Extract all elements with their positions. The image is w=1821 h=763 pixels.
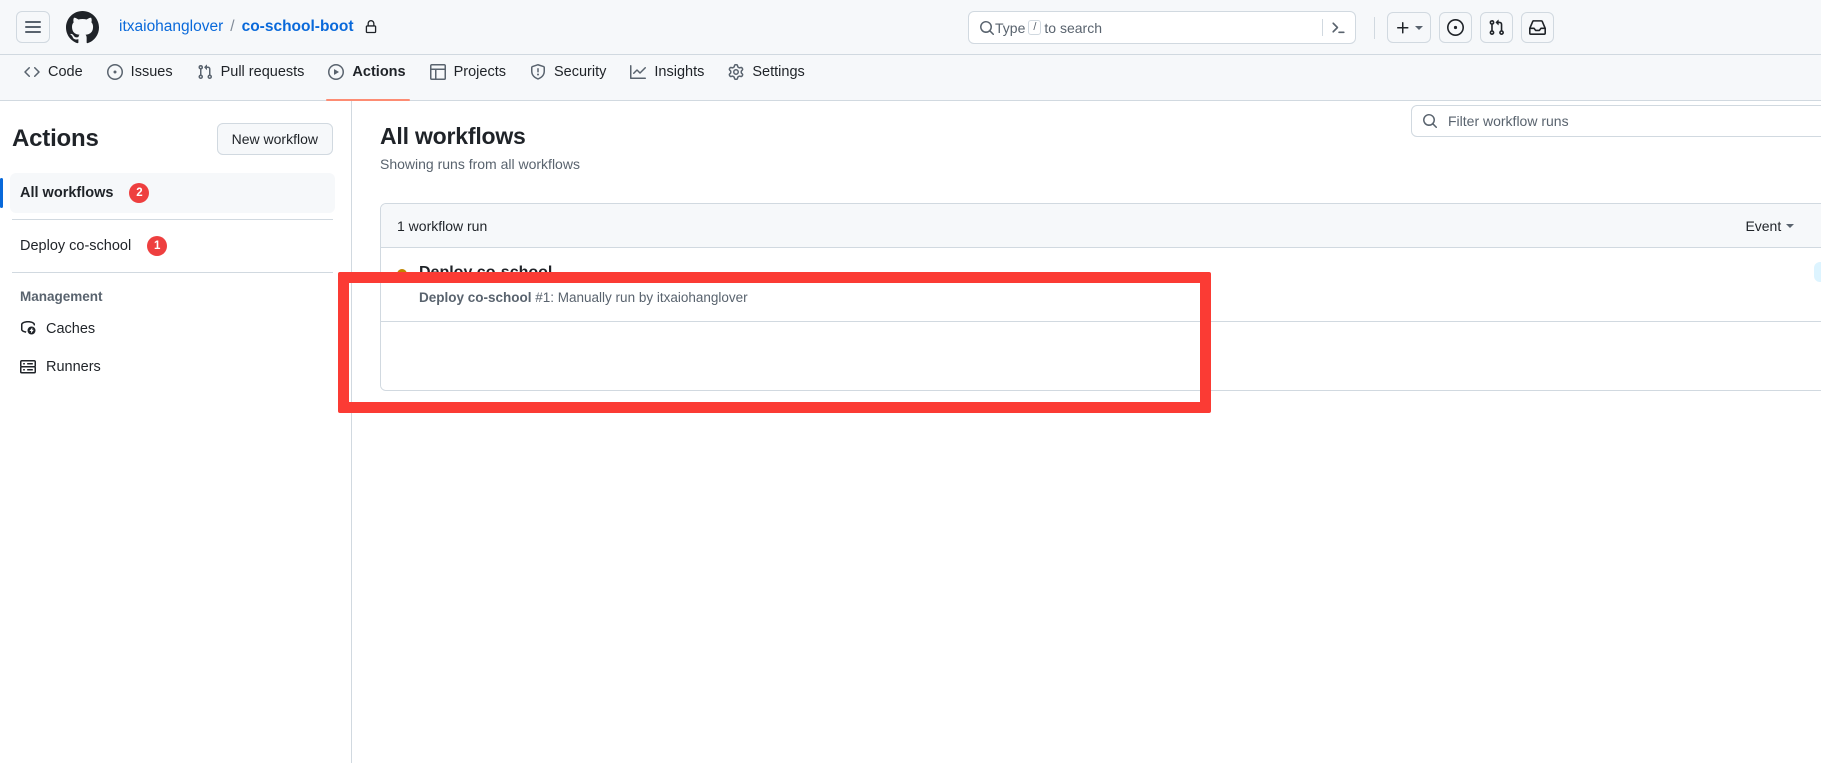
sidebar-title: Actions xyxy=(12,125,99,152)
tab-issues[interactable]: Issues xyxy=(99,55,183,100)
tab-insights[interactable]: Insights xyxy=(622,55,714,100)
hamburger-bar xyxy=(25,30,41,33)
graph-icon xyxy=(630,64,647,79)
new-workflow-button[interactable]: New workflow xyxy=(216,123,333,155)
filter-event-dropdown[interactable]: Event xyxy=(1745,217,1795,234)
sidebar-item-runners[interactable]: Runners xyxy=(10,348,335,386)
run-workflow-name: Deploy co-school xyxy=(419,289,532,305)
tab-pull-requests[interactable]: Pull requests xyxy=(189,55,315,100)
issues-button[interactable] xyxy=(1439,12,1472,43)
sidebar-item-label: Deploy co-school xyxy=(20,238,132,254)
sidebar-item-all-workflows[interactable]: All workflows 2 xyxy=(0,173,335,213)
create-new-button[interactable] xyxy=(1387,12,1431,43)
actions-sidebar: Actions New workflow All workflows 2 Dep… xyxy=(0,101,352,763)
cache-icon xyxy=(21,321,36,335)
server-icon xyxy=(20,360,36,374)
shield-icon xyxy=(530,63,545,80)
repo-navigation: Code Issues Pull requests Actions Projec… xyxy=(0,55,1821,101)
card-footer-space xyxy=(381,322,1821,390)
run-filters: Event Status Branch Actor xyxy=(1745,218,1821,234)
search-slash-key: / xyxy=(1028,20,1042,35)
sidebar-item-label: All workflows xyxy=(20,185,114,201)
tab-actions[interactable]: Actions xyxy=(320,55,415,101)
search-icon xyxy=(979,20,995,36)
table-icon xyxy=(429,63,446,80)
sidebar-item-deploy-co-school[interactable]: Deploy co-school 1 xyxy=(10,226,335,266)
search-placeholder-suffix: to search xyxy=(1044,19,1103,36)
workflow-list: All workflows 2 Deploy co-school 1 xyxy=(0,173,335,273)
tab-label: Code xyxy=(48,63,83,80)
search-placeholder: Type / to search xyxy=(995,20,1102,36)
branch-badge[interactable]: main xyxy=(1814,262,1821,283)
divider xyxy=(1374,16,1375,39)
tab-label: Security xyxy=(553,63,607,80)
hamburger-bar xyxy=(25,21,41,24)
issue-opened-icon xyxy=(106,63,123,80)
tab-projects[interactable]: Projects xyxy=(422,55,516,100)
run-detail: #1: Manually run by itxaiohanglover xyxy=(531,289,748,305)
tab-settings[interactable]: Settings xyxy=(720,55,814,100)
tab-label: Settings xyxy=(752,63,805,80)
search-placeholder-prefix: Type xyxy=(995,19,1026,36)
divider xyxy=(12,219,333,220)
hamburger-menu-icon[interactable] xyxy=(16,11,50,43)
hamburger-bar xyxy=(25,26,41,28)
badge-count: 2 xyxy=(129,183,150,203)
tab-label: Pull requests xyxy=(220,63,305,80)
chevron-down-icon xyxy=(1415,25,1423,30)
page-subtitle: Showing runs from all workflows xyxy=(380,156,580,172)
workflow-runs-count: 1 workflow run xyxy=(397,217,488,234)
gear-icon xyxy=(728,63,744,80)
sidebar-item-caches[interactable]: Caches xyxy=(10,310,335,348)
tab-code[interactable]: Code xyxy=(16,55,93,100)
badge-count: 1 xyxy=(147,236,168,256)
breadcrumb: itxaiohanglover / co-school-boot xyxy=(119,18,378,36)
chevron-down-icon xyxy=(1786,223,1795,228)
tab-label: Actions xyxy=(352,63,406,80)
breadcrumb-repo[interactable]: co-school-boot xyxy=(242,18,354,36)
run-subtitle: Deploy co-school #1: Manually run by itx… xyxy=(419,290,748,305)
tab-label: Issues xyxy=(130,63,173,80)
header-actions xyxy=(1374,0,1554,55)
sidebar-header: Actions New workflow xyxy=(10,123,335,155)
github-logo-icon[interactable] xyxy=(66,10,99,44)
plus-icon xyxy=(1397,21,1409,33)
pull-requests-button[interactable] xyxy=(1480,12,1513,43)
play-icon xyxy=(328,63,345,80)
app-header: itxaiohanglover / co-school-boot Type / … xyxy=(0,0,1821,55)
main-content: All workflows Showing runs from all work… xyxy=(352,101,1821,763)
global-search-box[interactable]: Type / to search xyxy=(968,11,1356,44)
issue-opened-icon xyxy=(1447,19,1464,36)
git-pull-request-icon xyxy=(1489,19,1504,35)
filter-label: Event xyxy=(1745,217,1782,234)
divider xyxy=(12,272,333,273)
sidebar-item-label: Runners xyxy=(46,359,101,375)
git-pull-request-icon xyxy=(198,64,212,79)
tab-label: Insights xyxy=(654,63,705,80)
breadcrumb-separator: / xyxy=(230,18,235,35)
main-header: All workflows Showing runs from all work… xyxy=(380,105,1821,172)
table-row[interactable]: Deploy co-school Deploy co-school #1: Ma… xyxy=(381,248,1821,322)
search-icon xyxy=(1422,113,1438,129)
filter-workflow-runs-input[interactable] xyxy=(1446,106,1821,136)
workflow-runs-card: 1 workflow run Event Status Branch xyxy=(380,203,1821,391)
filter-workflow-runs-box[interactable] xyxy=(1411,105,1821,137)
page-body: Actions New workflow All workflows 2 Dep… xyxy=(0,101,1821,763)
run-primary: Deploy co-school Deploy co-school #1: Ma… xyxy=(397,262,1821,305)
page-title: All workflows xyxy=(380,123,526,149)
tab-security[interactable]: Security xyxy=(522,55,616,100)
sidebar-item-label: Caches xyxy=(46,321,96,337)
management-section-title: Management xyxy=(20,289,103,304)
notifications-button[interactable] xyxy=(1521,12,1554,43)
command-palette-icon[interactable] xyxy=(1330,19,1347,36)
run-title[interactable]: Deploy co-school xyxy=(419,262,748,284)
lock-icon xyxy=(364,20,378,34)
inbox-icon xyxy=(1529,20,1546,35)
tab-label: Projects xyxy=(453,63,506,80)
status-indicator-queued xyxy=(397,269,407,280)
divider xyxy=(1322,19,1323,36)
workflow-runs-toolbar: 1 workflow run Event Status Branch xyxy=(381,204,1821,248)
code-icon xyxy=(24,66,40,77)
breadcrumb-owner[interactable]: itxaiohanglover xyxy=(119,18,223,36)
